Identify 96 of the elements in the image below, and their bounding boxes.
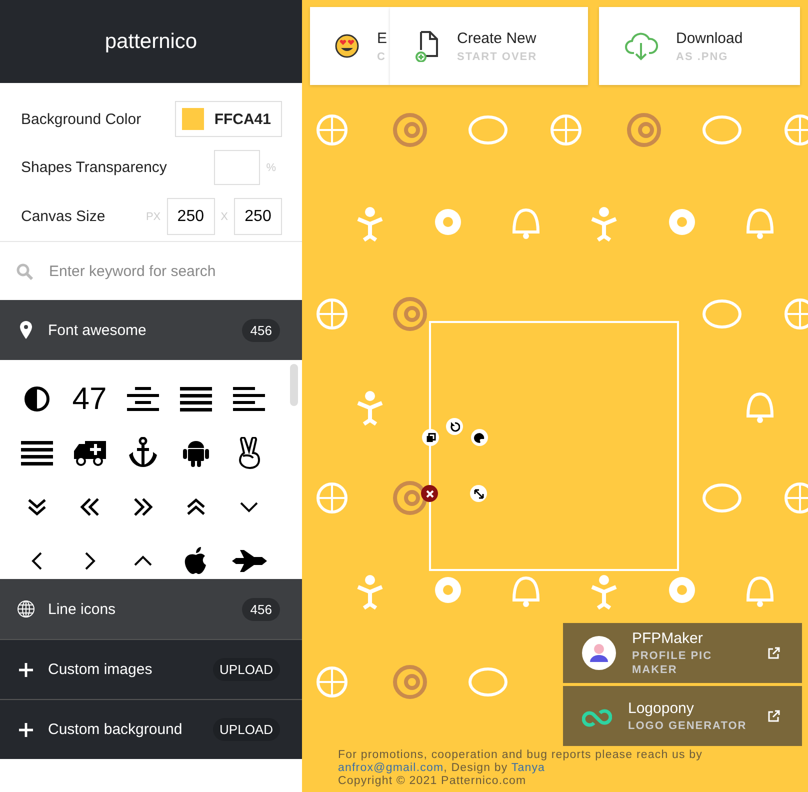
ellipse-icon <box>468 668 508 696</box>
person-icon <box>356 391 384 426</box>
field-label: Canvas Size <box>21 208 106 225</box>
footer-text: For promotions, cooperation and bug reports please reach us by anfrox@gmail.com, Design by Tanya <box>338 749 704 775</box>
promo-card[interactable]: PFPMaker PROFILE PIC MAKER <box>563 623 802 683</box>
ball-icon <box>316 114 348 146</box>
person-icon <box>590 207 618 242</box>
promo-title: PFPMaker <box>632 630 704 646</box>
ring-icon <box>627 113 661 147</box>
globe-icon <box>17 600 35 618</box>
action-title: Download <box>676 30 743 46</box>
promo-subtitle: LOGO GENERATOR <box>628 718 748 732</box>
count-badge: 456 <box>242 318 280 342</box>
chevron-up-icon[interactable] <box>132 555 152 567</box>
ring-icon <box>393 481 427 515</box>
glyph-text[interactable]: 47 <box>72 381 107 417</box>
cloud-download-icon <box>624 31 658 61</box>
chevron-down-icon[interactable] <box>238 501 258 513</box>
half-circle-icon[interactable] <box>24 386 50 412</box>
upload-button[interactable]: UPLOAD <box>212 658 280 681</box>
section-header[interactable]: Font awesome 456 <box>0 300 302 360</box>
scrollbar-thumb[interactable] <box>290 364 298 406</box>
transparency-field[interactable] <box>214 150 260 185</box>
copyright-text: Copyright © 2021 Patternico.com <box>338 775 528 788</box>
ball-icon <box>316 298 348 330</box>
anchor-icon[interactable] <box>126 437 158 469</box>
align-left-icon[interactable] <box>232 386 264 412</box>
plus-icon <box>17 662 35 676</box>
align-center-icon[interactable] <box>126 386 158 412</box>
ellipse-icon <box>702 300 742 328</box>
space-shuttle-icon[interactable] <box>230 549 268 573</box>
width-field[interactable]: 250 <box>166 198 215 235</box>
search-icon <box>16 262 33 280</box>
section-title: Line icons <box>48 600 117 618</box>
ring-icon <box>393 297 427 331</box>
field-label: Background Color <box>21 110 142 128</box>
apple-icon[interactable] <box>182 546 208 576</box>
ball-icon <box>550 114 582 146</box>
promo-subtitle: PROFILE PIC MAKER <box>632 648 714 676</box>
emoji-icon <box>335 34 359 58</box>
chevron-left-icon[interactable] <box>30 551 42 571</box>
align-justify-icon[interactable] <box>180 386 212 412</box>
double-chevron-down-icon[interactable] <box>26 497 48 517</box>
double-chevron-up-icon[interactable] <box>184 497 206 517</box>
donut-icon <box>435 577 461 603</box>
person-icon <box>590 575 618 610</box>
ring-icon <box>393 665 427 699</box>
section-header[interactable]: Line icons 456 <box>0 579 302 639</box>
ellipse-icon <box>468 116 508 144</box>
ball-icon <box>784 482 808 514</box>
app-title: patternico <box>104 30 198 54</box>
bell-icon <box>512 208 540 239</box>
new-file-icon <box>415 30 439 62</box>
donut-icon <box>669 209 695 235</box>
promo-title: Logopony <box>628 700 695 716</box>
map-pin-icon <box>17 321 35 339</box>
double-chevron-left-icon[interactable] <box>78 497 100 517</box>
section-title: Font awesome <box>48 322 148 338</box>
ball-icon <box>784 298 808 330</box>
bell-icon <box>746 208 774 239</box>
action-title: Create New <box>457 30 538 46</box>
bell-icon <box>746 576 774 607</box>
section-header[interactable]: Custom images UPLOAD <box>0 639 302 699</box>
external-link-icon[interactable] <box>768 647 780 659</box>
person-icon <box>356 207 384 242</box>
field-label: Shapes Transparency <box>21 159 168 176</box>
chevron-right-icon[interactable] <box>84 551 96 571</box>
height-field[interactable]: 250 <box>234 198 282 235</box>
color-swatch <box>182 108 204 130</box>
ball-icon <box>316 482 348 514</box>
external-link-icon[interactable] <box>768 710 780 722</box>
bell-icon <box>512 576 540 607</box>
color-picker[interactable]: FFCA41 <box>175 101 282 137</box>
donut-icon <box>435 209 461 235</box>
section-title: Custom background <box>48 721 184 738</box>
plus-icon <box>17 722 35 736</box>
donut-icon <box>669 577 695 603</box>
avatar-icon <box>582 636 616 670</box>
bars-icon[interactable] <box>20 440 52 466</box>
upload-button[interactable]: UPLOAD <box>212 718 280 741</box>
ambulance-icon[interactable] <box>74 439 106 467</box>
double-chevron-right-icon[interactable] <box>132 497 154 517</box>
unit-label: % <box>266 162 276 174</box>
android-icon[interactable] <box>182 438 210 468</box>
ellipse-icon <box>702 116 742 144</box>
section-title: Custom images <box>48 661 154 678</box>
ball-icon <box>784 114 808 146</box>
ball-icon <box>316 666 348 698</box>
section-header[interactable]: Custom background UPLOAD <box>0 699 302 759</box>
bell-icon <box>746 392 774 423</box>
promo-card[interactable]: Logopony LOGO GENERATOR <box>563 686 802 746</box>
ring-icon <box>393 113 427 147</box>
person-icon <box>356 575 384 610</box>
count-badge: 456 <box>242 598 280 620</box>
action-title: E <box>377 30 388 46</box>
ellipse-icon <box>702 484 742 512</box>
